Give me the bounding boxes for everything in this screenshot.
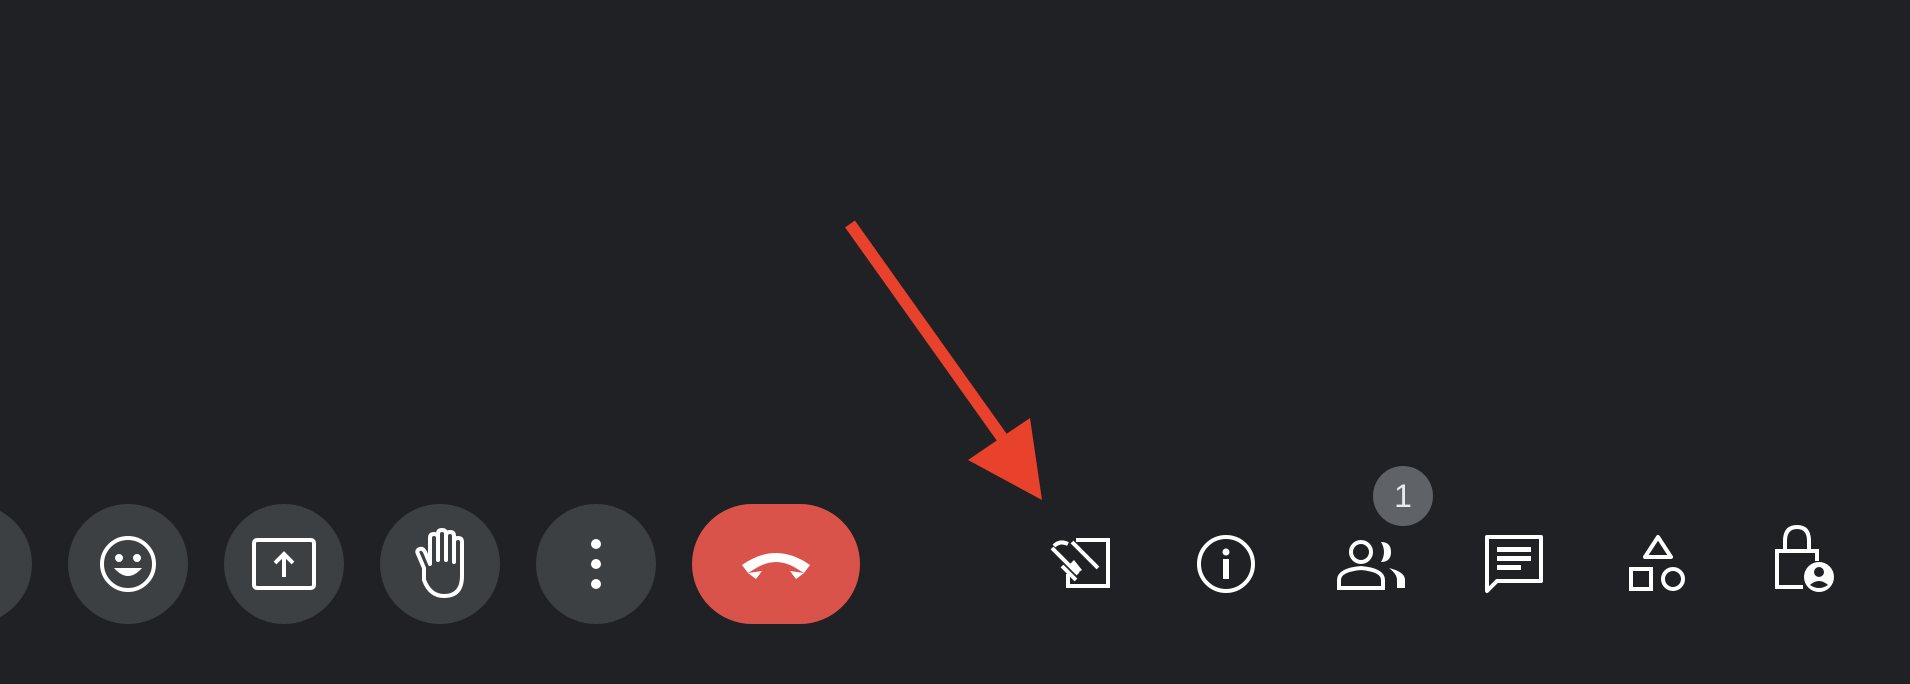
meeting-details-button[interactable]	[1190, 528, 1262, 600]
more-options-button[interactable]	[536, 504, 656, 624]
smiley-icon	[100, 536, 156, 592]
chat-button[interactable]	[1478, 528, 1550, 600]
phone-hangup-icon	[742, 553, 810, 579]
leave-call-button[interactable]	[692, 504, 860, 624]
hand-icon	[415, 528, 464, 598]
partial-control-button[interactable]	[0, 504, 32, 624]
raise-hand-button[interactable]	[380, 504, 500, 624]
host-controls-button[interactable]	[1044, 528, 1116, 600]
people-icon	[1337, 540, 1405, 590]
people-button[interactable]	[1336, 528, 1408, 600]
present-now-button[interactable]	[224, 504, 344, 624]
lock-person-icon	[1775, 525, 1834, 592]
present-screen-icon	[252, 538, 316, 590]
participant-count-badge: 1	[1373, 466, 1433, 526]
emoji-reaction-button[interactable]	[68, 504, 188, 624]
edit-off-icon	[1050, 538, 1110, 588]
host-safety-button[interactable]	[1768, 524, 1840, 596]
activities-button[interactable]	[1622, 528, 1694, 600]
info-icon	[1197, 535, 1255, 593]
chat-icon	[1485, 535, 1543, 593]
more-vert-icon	[591, 539, 601, 589]
shapes-icon	[1629, 535, 1685, 591]
meet-call-screen: 1	[0, 0, 1910, 684]
